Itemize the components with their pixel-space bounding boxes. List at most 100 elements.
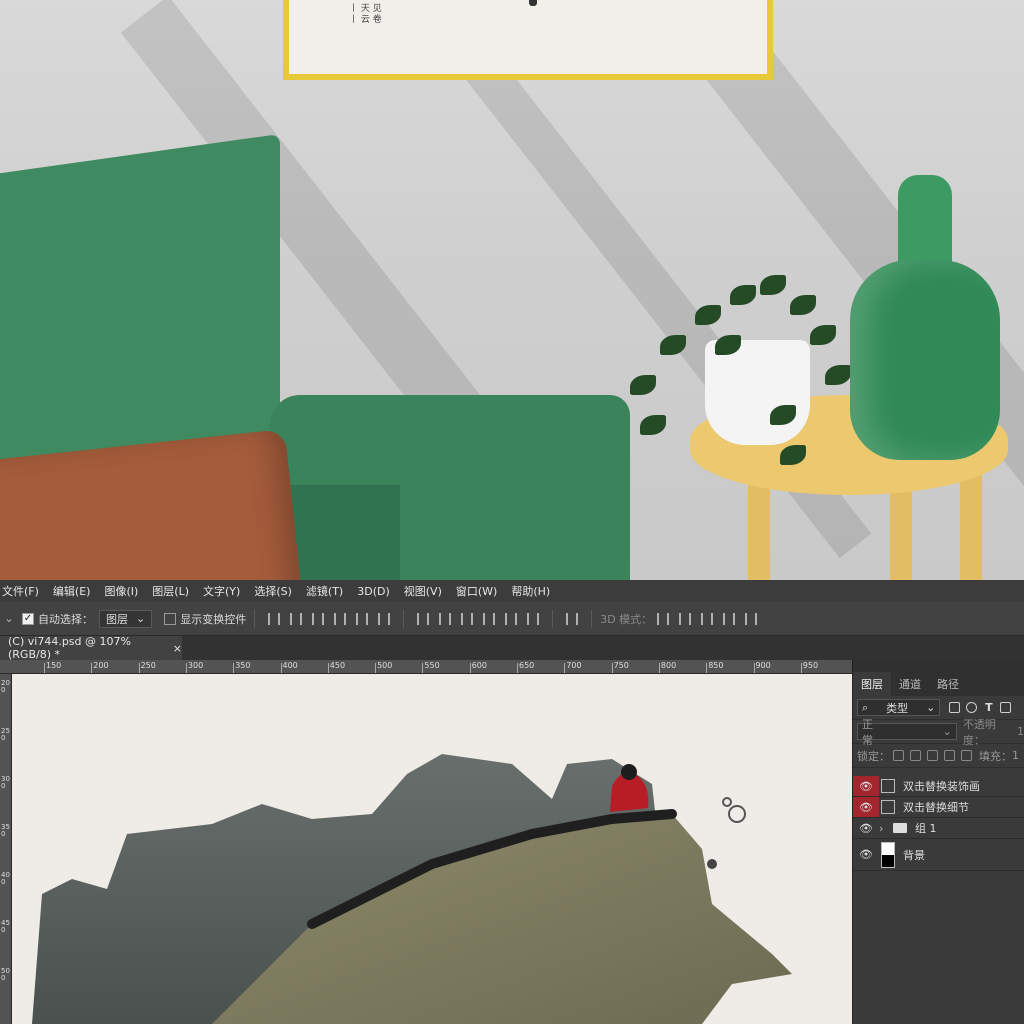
blend-mode-select[interactable]: 正常 ⌄ (857, 718, 957, 747)
filter-kind-select[interactable]: ⌕ 类型 ⌄ (857, 699, 941, 716)
ruler-tick (706, 663, 708, 673)
layer-row[interactable]: 👁 双击替换装饰画 (853, 776, 1024, 797)
layer-name: 背景 (903, 848, 925, 862)
mockup-preview-image: 丨 天 见丨 云 卷 (0, 0, 1024, 580)
divider (403, 609, 405, 628)
menu-edit[interactable]: 编辑(E) (53, 583, 91, 599)
ruler-label: 350 (1, 823, 10, 838)
ruler-label: 500 (377, 661, 393, 670)
menu-image[interactable]: 图像(I) (104, 583, 138, 599)
eye-icon[interactable]: 👁 (853, 797, 879, 817)
align-vcenter-icon[interactable] (290, 612, 303, 625)
menu-type[interactable]: 文字(Y) (203, 583, 240, 599)
search-icon: ⌕ (862, 700, 869, 714)
menu-file[interactable]: 文件(F) (2, 583, 39, 599)
lock-position-icon[interactable] (927, 750, 938, 761)
divider (591, 609, 593, 628)
ruler-label: 150 (46, 661, 62, 670)
align-top-icon[interactable] (268, 612, 281, 625)
filter-type-icon[interactable]: T (983, 702, 994, 713)
lock-all-icon[interactable] (961, 750, 972, 761)
ruler-tick (469, 663, 471, 673)
eye-icon[interactable]: 👁 (853, 776, 879, 796)
3d-mode-label: 3D 模式： (600, 612, 653, 626)
menu-filter[interactable]: 滤镜(T) (306, 583, 343, 599)
auto-select-value: 图层 (106, 612, 128, 626)
ruler-tick (517, 663, 518, 673)
frame-ink-stroke (529, 0, 537, 6)
horizontal-ruler: 150 200 250 300 350 400 450 500 550 600 650 700 750 8… (0, 660, 852, 674)
opacity-value[interactable]: 1 (1017, 725, 1024, 738)
hanging-picture-frame: 丨 天 见丨 云 卷 (283, 0, 773, 80)
menu-3d[interactable]: 3D(D) (357, 585, 390, 598)
chevron-right-icon[interactable]: › (879, 822, 889, 835)
lock-artboard-icon[interactable] (944, 750, 955, 761)
auto-select-checkbox[interactable]: ✓ (22, 612, 34, 625)
menu-window[interactable]: 窗口(W) (456, 583, 497, 599)
document-tab[interactable]: (C) vi744.psd @ 107%(RGB/8) * × (0, 635, 182, 661)
smart-object-thumbnail (881, 800, 895, 814)
ruler-tick (185, 663, 187, 673)
document-canvas[interactable] (12, 674, 852, 1024)
lock-brush-icon[interactable] (910, 750, 921, 761)
3d-pan-icon[interactable] (701, 612, 714, 625)
eye-icon[interactable]: 👁 (853, 818, 879, 838)
menu-layer[interactable]: 图层(L) (152, 583, 189, 599)
ruler-label: 550 (424, 661, 440, 670)
distribute-vcenter-icon[interactable] (439, 612, 452, 625)
ruler-tick (233, 663, 235, 673)
filter-shape-icon[interactable] (1000, 702, 1012, 713)
ruler-tick (611, 663, 613, 673)
show-transform-checkbox[interactable] (164, 612, 177, 625)
folder-icon (893, 823, 907, 833)
ruler-label: 400 (1, 871, 10, 886)
lock-transparent-icon[interactable] (893, 750, 904, 761)
align-left-icon[interactable] (334, 612, 347, 625)
tab-paths[interactable]: 路径 (929, 672, 967, 696)
tab-layers[interactable]: 图层 (853, 672, 891, 696)
distribute-top-icon[interactable] (417, 612, 430, 625)
layer-name: 组 1 (915, 822, 937, 835)
auto-align-icon[interactable] (566, 612, 579, 625)
tab-channels[interactable]: 通道 (891, 672, 929, 696)
align-right-icon[interactable] (378, 612, 391, 625)
align-bottom-icon[interactable] (312, 612, 325, 625)
divider (254, 609, 256, 628)
layer-row[interactable]: 👁 背景 (853, 839, 1024, 871)
ruler-label: 600 (471, 661, 487, 670)
distribute-left-icon[interactable] (483, 612, 496, 625)
close-icon[interactable]: × (173, 642, 182, 655)
ruler-label: 850 (708, 661, 724, 670)
distribute-right-icon[interactable] (527, 612, 540, 625)
blend-mode-value: 正常 (862, 717, 873, 747)
3d-orbit-icon[interactable] (657, 612, 670, 625)
menu-view[interactable]: 视图(V) (404, 583, 442, 599)
menu-select[interactable]: 选择(S) (254, 583, 292, 599)
distribute-bottom-icon[interactable] (461, 612, 474, 625)
eye-icon[interactable]: 👁 (853, 839, 879, 870)
distribute-hcenter-icon[interactable] (505, 612, 518, 625)
layer-row[interactable]: 👁 双击替换细节 (853, 797, 1024, 818)
tool-preset-chevron-icon[interactable]: ⌄ (0, 612, 18, 625)
ruler-label: 450 (1, 919, 10, 934)
layer-row[interactable]: 👁 › 组 1 (853, 818, 1024, 839)
ruler-tick (375, 663, 377, 673)
3d-scale-icon[interactable] (745, 612, 758, 625)
ruler-tick (280, 663, 282, 673)
menu-help[interactable]: 帮助(H) (511, 583, 550, 599)
ruler-tick (564, 663, 566, 673)
ruler-label: 300 (187, 661, 204, 670)
auto-select-dropdown[interactable]: 图层 ⌄ (99, 609, 153, 628)
layer-name: 双击替换细节 (903, 801, 969, 814)
ruler-label: 350 (235, 661, 251, 670)
chevron-down-icon: ⌄ (136, 612, 146, 625)
3d-roll-icon[interactable] (679, 612, 692, 625)
fill-value[interactable]: 1 (1012, 749, 1019, 762)
show-transform-label: 显示变换控件 (180, 612, 247, 626)
3d-slide-icon[interactable] (723, 612, 736, 625)
filter-pixel-icon[interactable] (949, 702, 961, 713)
ruler-tick (138, 663, 140, 673)
filter-adjustment-icon[interactable] (966, 702, 978, 713)
align-hcenter-icon[interactable] (356, 612, 369, 625)
ruler-label: 400 (282, 661, 298, 670)
